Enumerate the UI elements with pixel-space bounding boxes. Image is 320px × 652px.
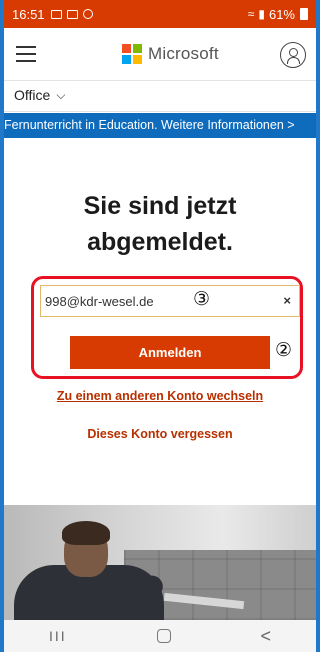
hamburger-icon[interactable] <box>16 46 36 62</box>
clear-icon[interactable]: × <box>283 293 291 308</box>
battery-percent: 61% <box>268 6 295 22</box>
email-value: 998@kdr-wesel.de <box>45 293 154 309</box>
home-icon[interactable] <box>156 629 171 643</box>
hero-photo <box>4 505 316 620</box>
account-icon[interactable] <box>280 42 306 68</box>
forget-account-link[interactable]: Dieses Konto vergessen <box>4 427 316 441</box>
header-divider <box>4 80 316 81</box>
annotation-marker-3: ③ <box>193 289 211 310</box>
page-title-line1: Sie sind jetzt <box>83 192 237 220</box>
gallery-icon <box>50 9 62 19</box>
chevron-down-icon: ⌵ <box>56 87 66 102</box>
signin-button[interactable]: Anmelden <box>70 336 270 369</box>
signal-icon: ▮ <box>258 7 265 21</box>
app-header: Microsoft <box>4 28 316 80</box>
page-title: Sie sind jetzt abgemeldet. <box>4 188 316 260</box>
brand-name: Microsoft <box>148 44 219 63</box>
system-nav-bar: III < <box>4 620 316 652</box>
back-button[interactable]: < <box>261 626 272 647</box>
page-title-line2: abgemeldet. <box>87 228 233 256</box>
microsoft-logo-icon <box>122 44 142 64</box>
annotation-marker-2: ② <box>275 340 293 361</box>
menu-divider <box>4 111 316 112</box>
office-label: Office <box>14 87 51 103</box>
wifi-icon: ≈ <box>247 7 255 21</box>
battery-icon <box>300 8 308 20</box>
info-banner[interactable]: Fernunterricht in Education. Weitere Inf… <box>4 113 316 138</box>
office-dropdown[interactable]: Office ⌵ <box>14 87 65 103</box>
status-bar: 16:51 ≈ ▮ 61% <box>4 0 316 28</box>
microsoft-logo[interactable]: Microsoft <box>122 44 219 64</box>
status-notification-icons <box>50 9 93 19</box>
status-right: ≈ ▮ 61% <box>248 7 308 22</box>
message-icon <box>66 9 78 19</box>
switch-account-link[interactable]: Zu einem anderen Konto wechseln <box>4 389 316 403</box>
email-field[interactable]: 998@kdr-wesel.de × <box>40 285 300 317</box>
recents-button[interactable]: III <box>49 628 67 644</box>
status-time: 16:51 <box>12 6 45 22</box>
location-icon <box>82 9 93 19</box>
